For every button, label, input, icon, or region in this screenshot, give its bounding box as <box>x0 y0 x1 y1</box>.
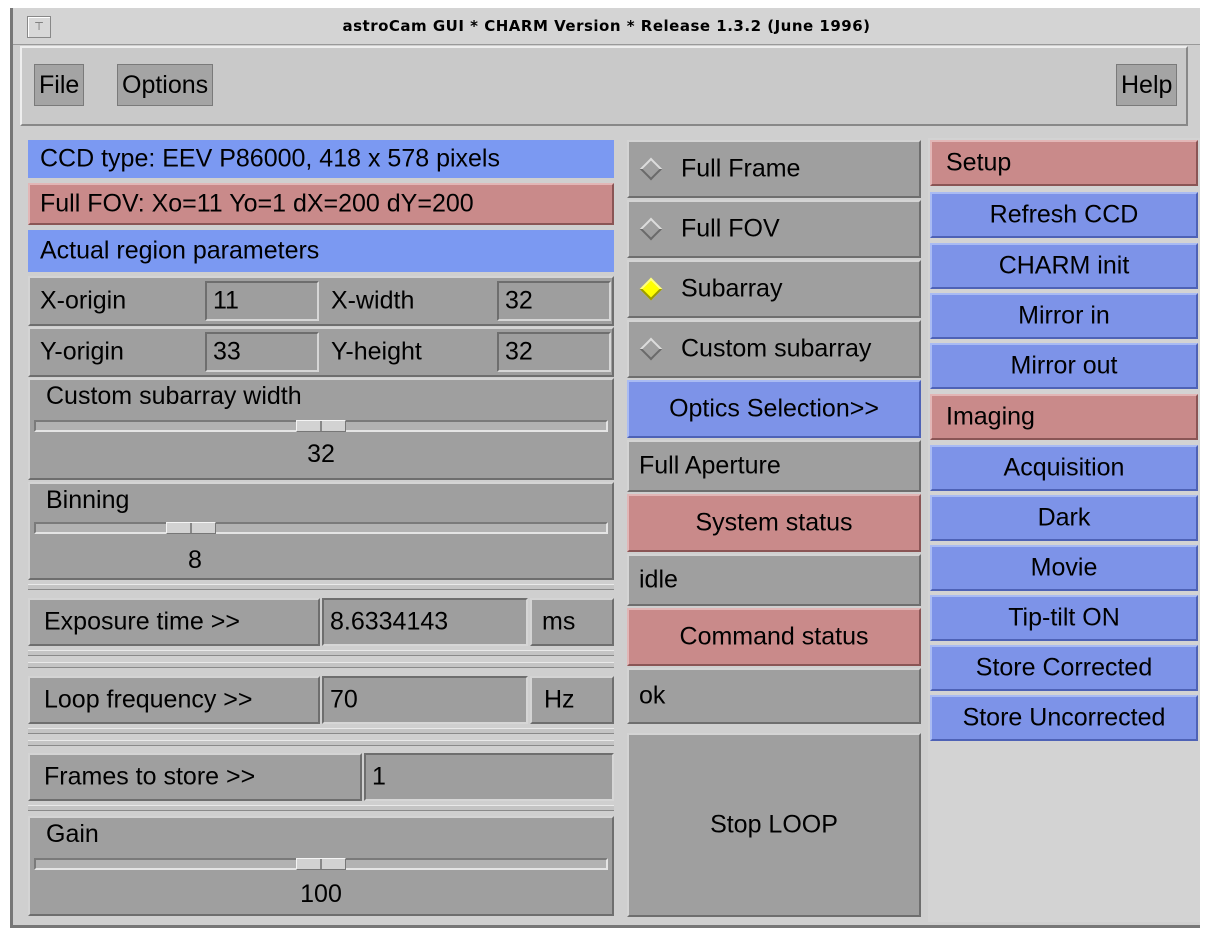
binning-slider-panel: Binning 8 <box>28 482 614 580</box>
frames-to-store-button[interactable]: Frames to store >> <box>28 753 362 801</box>
store-corrected-button[interactable]: Store Corrected <box>930 645 1198 691</box>
window-title: astroCam GUI * CHARM Version * Release 1… <box>342 17 871 35</box>
x-origin-label: X-origin <box>40 286 127 315</box>
file-menu[interactable]: File <box>34 64 85 106</box>
y-height-label: Y-height <box>331 337 422 366</box>
mirror-in-button[interactable]: Mirror in <box>930 293 1198 339</box>
custom-width-label: Custom subarray width <box>46 382 302 410</box>
y-origin-label: Y-origin <box>40 337 124 366</box>
radio-subarray[interactable]: Subarray <box>627 260 921 318</box>
radio-full-frame[interactable]: Full Frame <box>627 140 921 198</box>
binning-value: 8 <box>188 546 202 574</box>
exposure-button[interactable]: Exposure time >> <box>28 598 320 646</box>
optics-value: Full Aperture <box>627 440 921 492</box>
custom-width-thumb[interactable] <box>296 420 346 432</box>
gain-thumb[interactable] <box>296 858 346 870</box>
radio-custom-subarray[interactable]: Custom subarray <box>627 320 921 378</box>
binning-trough[interactable] <box>34 522 608 534</box>
mirror-out-button[interactable]: Mirror out <box>930 343 1198 389</box>
exposure-unit: ms <box>530 598 614 646</box>
custom-width-slider-panel: Custom subarray width 32 <box>28 378 614 480</box>
separator <box>28 650 614 656</box>
command-status-value: ok <box>627 668 921 724</box>
refresh-ccd-button[interactable]: Refresh CCD <box>930 192 1198 238</box>
dark-button[interactable]: Dark <box>930 495 1198 541</box>
custom-width-trough[interactable] <box>34 420 608 432</box>
optics-selection-button[interactable]: Optics Selection>> <box>627 380 921 438</box>
region-parameters-header: Actual region parameters <box>28 230 614 272</box>
x-origin-field[interactable]: 11 <box>205 281 319 321</box>
separator <box>28 584 614 590</box>
separator <box>28 662 614 668</box>
gain-slider-panel: Gain 100 <box>28 816 614 916</box>
title-bar: ⊤ astroCam GUI * CHARM Version * Release… <box>13 8 1200 45</box>
radio-diamond-icon <box>639 217 663 241</box>
system-status-value: idle <box>627 554 921 606</box>
ccd-type-label: CCD type: EEV P86000, 418 x 578 pixels <box>28 140 614 178</box>
custom-width-value: 32 <box>307 440 335 468</box>
system-status-label: System status <box>627 494 921 552</box>
stop-loop-button[interactable]: Stop LOOP <box>627 733 921 917</box>
x-width-field[interactable]: 32 <box>497 281 611 321</box>
exposure-field[interactable]: 8.6334143 <box>322 598 528 646</box>
y-origin-field[interactable]: 33 <box>205 332 319 372</box>
setup-header: Setup <box>930 140 1198 186</box>
frames-to-store-field[interactable]: 1 <box>364 753 614 801</box>
y-height-field[interactable]: 32 <box>497 332 611 372</box>
separator <box>28 740 614 746</box>
loop-frequency-button[interactable]: Loop frequency >> <box>28 676 320 724</box>
charm-init-button[interactable]: CHARM init <box>930 243 1198 289</box>
x-width-label: X-width <box>331 286 415 315</box>
radio-diamond-icon <box>639 337 663 361</box>
gain-value: 100 <box>300 880 342 908</box>
options-menu[interactable]: Options <box>117 64 214 106</box>
command-status-label: Command status <box>627 608 921 666</box>
radio-full-fov[interactable]: Full FOV <box>627 200 921 258</box>
binning-thumb[interactable] <box>166 522 216 534</box>
movie-button[interactable]: Movie <box>930 545 1198 591</box>
radio-diamond-icon <box>639 277 663 301</box>
loop-frequency-field[interactable]: 70 <box>322 676 528 724</box>
gain-trough[interactable] <box>34 858 608 870</box>
help-menu[interactable]: Help <box>1116 64 1178 106</box>
separator <box>28 805 614 811</box>
store-uncorrected-button[interactable]: Store Uncorrected <box>930 695 1198 741</box>
acquisition-button[interactable]: Acquisition <box>930 445 1198 491</box>
binning-label: Binning <box>46 486 130 514</box>
full-fov-label: Full FOV: Xo=11 Yo=1 dX=200 dY=200 <box>28 183 614 225</box>
loop-frequency-unit: Hz <box>530 676 614 724</box>
radio-diamond-icon <box>639 157 663 181</box>
menu-bar: File Options Help <box>20 46 1188 126</box>
gain-label: Gain <box>46 820 99 848</box>
imaging-header: Imaging <box>930 394 1198 440</box>
separator <box>28 728 614 734</box>
tip-tilt-button[interactable]: Tip-tilt ON <box>930 595 1198 641</box>
